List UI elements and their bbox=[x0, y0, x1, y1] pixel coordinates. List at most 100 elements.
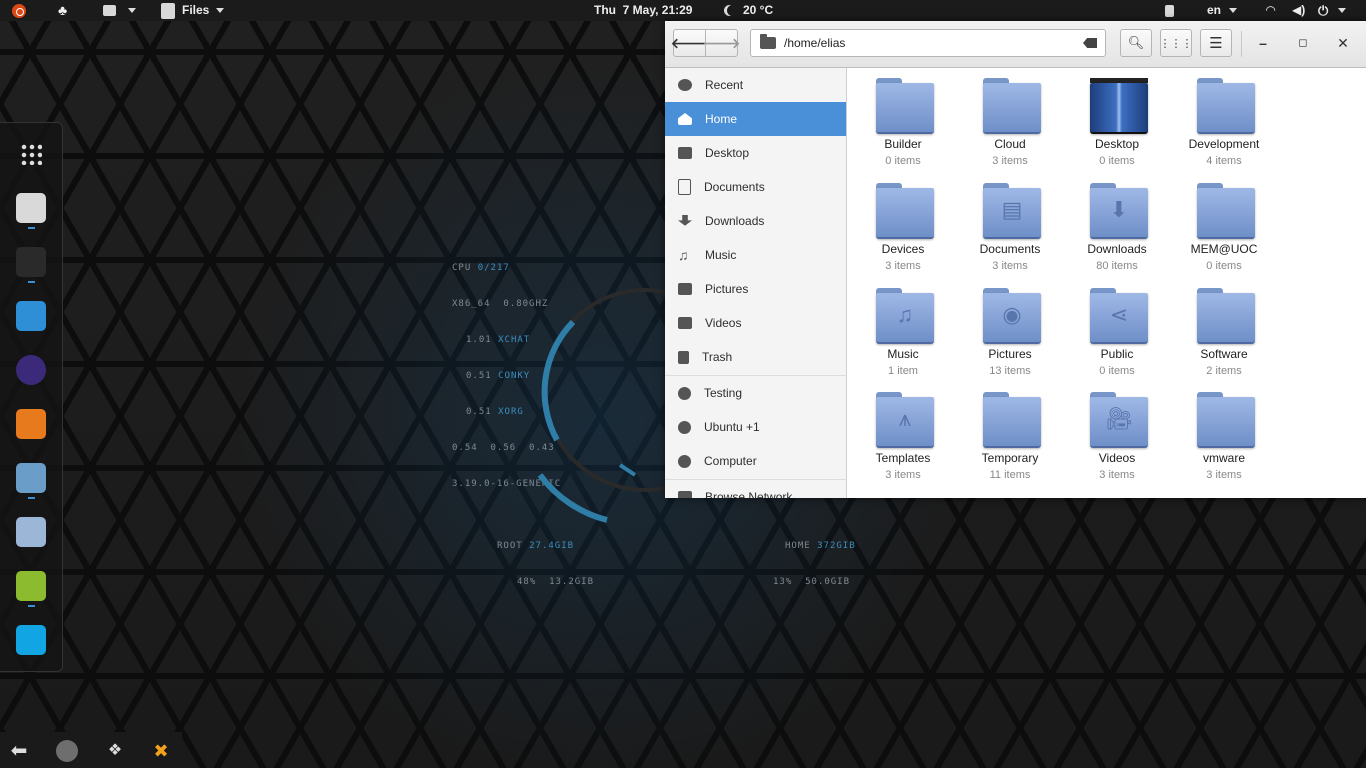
location-bar[interactable]: /home/elias bbox=[750, 29, 1106, 57]
menu-button[interactable]: ☰ bbox=[1200, 29, 1232, 57]
file-name: Temporary bbox=[981, 451, 1039, 465]
sidebar-item-browse-network[interactable]: Browse Network bbox=[665, 480, 846, 498]
sidebar-item-testing[interactable]: Testing bbox=[665, 376, 846, 410]
sidebar-item-home[interactable]: Home bbox=[665, 102, 846, 136]
mail-client-icon[interactable] bbox=[16, 517, 46, 547]
file-item[interactable]: Cloud 3 items bbox=[957, 68, 1063, 172]
sidebar-item-music[interactable]: ♫ Music bbox=[665, 238, 846, 272]
file-item[interactable]: ⬇ Downloads 80 items bbox=[1064, 173, 1170, 277]
file-count: 11 items bbox=[989, 469, 1031, 481]
file-name: Templates bbox=[875, 451, 931, 465]
matlab-icon[interactable] bbox=[16, 409, 46, 439]
file-item[interactable]: Builder 0 items bbox=[850, 68, 956, 172]
sidebar-item-ubuntu-plus-1[interactable]: Ubuntu +1 bbox=[665, 410, 846, 444]
power-menu[interactable]: ⏻ bbox=[1318, 0, 1347, 21]
sidebar-item-desktop[interactable]: Desktop bbox=[665, 136, 846, 170]
file-item[interactable]: Development 4 items bbox=[1171, 68, 1277, 172]
weather-indicator[interactable]: 20 °C bbox=[724, 0, 773, 21]
folder-icon bbox=[103, 5, 116, 16]
file-item[interactable]: ⋖ Public 0 items bbox=[1064, 278, 1170, 382]
file-count: 3 items bbox=[885, 469, 921, 481]
videos-folder-icon: 🎥︎ bbox=[1090, 392, 1148, 448]
remote-desktop-icon[interactable] bbox=[16, 463, 46, 493]
sidebar-item-label: Recent bbox=[705, 78, 744, 92]
virtualbox-icon[interactable] bbox=[16, 301, 46, 331]
hexchat-tray-icon[interactable]: ✖ bbox=[150, 740, 172, 762]
file-count: 0 items bbox=[1099, 155, 1135, 167]
app-menu[interactable]: Files bbox=[161, 0, 225, 21]
sidebar-item-downloads[interactable]: Downloads bbox=[665, 204, 846, 238]
forward-button[interactable]: 🡒 bbox=[703, 29, 740, 57]
app-grid-icon[interactable] bbox=[20, 143, 42, 165]
sidebar-item-label: Desktop bbox=[705, 146, 750, 160]
file-item[interactable]: ▤ Documents 3 items bbox=[957, 173, 1063, 277]
update-cloud-icon[interactable] bbox=[56, 740, 78, 762]
clock[interactable]: Thu 7 May, 21:29 bbox=[594, 0, 692, 21]
back-button[interactable]: 🡐 bbox=[671, 29, 708, 57]
file-name: Public bbox=[1100, 347, 1134, 361]
header-bar: 🡐 🡒 /home/elias 🔍︎ ⋮⋮⋮ ☰ – ◻ ✕ bbox=[665, 21, 1366, 68]
maximize-button[interactable]: ◻ bbox=[1293, 33, 1313, 53]
minimize-button[interactable]: – bbox=[1253, 33, 1273, 53]
close-button[interactable]: ✕ bbox=[1333, 33, 1353, 53]
terminal-icon[interactable] bbox=[16, 247, 46, 277]
conky-home-label: HOME bbox=[785, 541, 811, 551]
file-item[interactable]: Temporary 11 items bbox=[957, 382, 1063, 486]
hexchat-icon[interactable] bbox=[16, 571, 46, 601]
folder-icon bbox=[876, 78, 934, 134]
file-count: 0 items bbox=[1206, 260, 1242, 272]
file-name: Downloads bbox=[1087, 242, 1147, 256]
file-item[interactable]: 🎥︎ Videos 3 items bbox=[1064, 382, 1170, 486]
sidebar-item-trash[interactable]: Trash bbox=[665, 340, 846, 374]
file-item[interactable]: Devices 3 items bbox=[850, 173, 956, 277]
view-mode-button[interactable]: ⋮⋮⋮ bbox=[1160, 29, 1193, 57]
file-count: 13 items bbox=[989, 365, 1031, 377]
clear-icon[interactable] bbox=[1083, 38, 1097, 48]
file-item[interactable]: MEM@UOC 0 items bbox=[1171, 173, 1277, 277]
clipboard-indicator[interactable] bbox=[1165, 0, 1174, 21]
places-menu[interactable] bbox=[103, 0, 136, 21]
location-path: /home/elias bbox=[784, 36, 846, 50]
sidebar-item-computer[interactable]: Computer bbox=[665, 444, 846, 478]
volume-icon[interactable]: ◀) bbox=[1292, 0, 1305, 21]
conky-root-size: 27.4GIB bbox=[529, 541, 575, 551]
file-count: 0 items bbox=[1099, 365, 1135, 377]
dropbox-icon[interactable]: ❖ bbox=[104, 740, 126, 762]
folder-icon bbox=[1197, 78, 1255, 134]
file-item[interactable]: ◉ Pictures 13 items bbox=[957, 278, 1063, 382]
drive-icon bbox=[678, 420, 691, 434]
file-count: 4 items bbox=[1206, 155, 1242, 167]
search-icon: 🔍︎ bbox=[1127, 35, 1145, 50]
file-count: 3 items bbox=[1099, 469, 1135, 481]
file-item[interactable]: Desktop 0 items bbox=[1064, 68, 1170, 172]
keyboard-layout-menu[interactable]: en bbox=[1207, 0, 1238, 21]
home-icon bbox=[678, 113, 692, 125]
sidebar-item-videos[interactable]: Videos bbox=[665, 306, 846, 340]
conky-proc-load: 0.51 bbox=[466, 371, 492, 381]
file-item[interactable]: ♫ Music 1 item bbox=[850, 278, 956, 382]
sidebar-item-label: Downloads bbox=[705, 214, 765, 228]
ubuntu-logo-icon[interactable] bbox=[12, 0, 26, 21]
search-button[interactable]: 🔍︎ bbox=[1120, 29, 1152, 57]
wifi-icon[interactable]: ◠ bbox=[1266, 0, 1275, 21]
file-item[interactable]: ⩚ Templates 3 items bbox=[850, 382, 956, 486]
sidebar-item-pictures[interactable]: Pictures bbox=[665, 272, 846, 306]
back-arrow-icon[interactable]: ⬅ bbox=[8, 740, 30, 762]
file-name: Videos bbox=[1098, 451, 1136, 465]
sidebar-item-recent[interactable]: Recent bbox=[665, 68, 846, 102]
file-name: vmware bbox=[1202, 451, 1245, 465]
chevron-down-icon bbox=[128, 8, 136, 13]
file-item[interactable]: vmware 3 items bbox=[1171, 382, 1277, 486]
running-indicator bbox=[28, 605, 35, 607]
file-cabinet-icon[interactable] bbox=[16, 193, 46, 223]
folder-icon bbox=[983, 392, 1041, 448]
sidebar-item-documents[interactable]: Documents bbox=[665, 170, 846, 204]
sidebar-item-label: Home bbox=[705, 112, 738, 126]
gnome-foot-icon[interactable]: ♣ bbox=[58, 0, 67, 21]
conky-arch-label: X86_64 bbox=[452, 299, 491, 309]
file-item[interactable]: Software 2 items bbox=[1171, 278, 1277, 382]
eclipse-icon[interactable] bbox=[16, 355, 46, 385]
file-name: Music bbox=[887, 347, 919, 361]
skype-icon[interactable] bbox=[16, 625, 46, 655]
conky-home-size: 372GIB bbox=[817, 541, 856, 551]
